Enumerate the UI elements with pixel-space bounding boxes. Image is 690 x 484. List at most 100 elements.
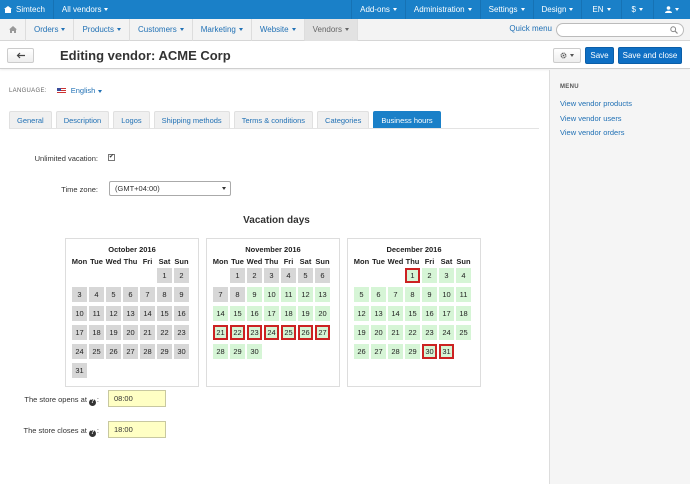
calendar-day[interactable]: 16 <box>422 306 437 321</box>
addons-menu[interactable]: Add-ons <box>351 0 405 19</box>
calendar-day[interactable]: 21 <box>213 325 228 340</box>
calendar-day[interactable]: 19 <box>354 325 369 340</box>
calendar-day[interactable]: 6 <box>371 287 386 302</box>
nav-products[interactable]: Products <box>74 18 131 41</box>
view-vendor-products-link[interactable]: View vendor products <box>560 99 632 108</box>
design-menu[interactable]: Design <box>532 0 582 19</box>
calendar-day[interactable]: 19 <box>298 306 313 321</box>
calendar-day[interactable]: 11 <box>89 306 104 321</box>
calendar-day[interactable]: 7 <box>140 287 155 302</box>
calendar-day[interactable]: 21 <box>388 325 403 340</box>
calendar-day[interactable]: 11 <box>456 287 471 302</box>
calendar-day[interactable]: 10 <box>264 287 279 302</box>
calendar-day[interactable]: 30 <box>174 344 189 359</box>
calendar-day[interactable]: 20 <box>123 325 138 340</box>
administration-menu[interactable]: Administration <box>404 0 480 19</box>
settings-dropdown-button[interactable] <box>553 48 581 63</box>
calendar-day[interactable]: 17 <box>439 306 454 321</box>
calendar-day[interactable]: 3 <box>72 287 87 302</box>
calendar-day[interactable]: 12 <box>354 306 369 321</box>
calendar-day[interactable]: 24 <box>264 325 279 340</box>
calendar-day[interactable]: 23 <box>247 325 262 340</box>
search-input[interactable] <box>556 23 684 37</box>
calendar-day[interactable]: 16 <box>247 306 262 321</box>
calendar-day[interactable]: 12 <box>106 306 121 321</box>
calendar-day[interactable]: 10 <box>72 306 87 321</box>
tab-business-hours[interactable]: Business hours <box>373 111 441 128</box>
calendar-day[interactable]: 17 <box>72 325 87 340</box>
calendar-day[interactable]: 3 <box>439 268 454 283</box>
calendar-day[interactable]: 7 <box>213 287 228 302</box>
calendar-day[interactable]: 22 <box>405 325 420 340</box>
save-and-close-button[interactable]: Save and close <box>618 47 682 64</box>
calendar-day[interactable]: 28 <box>388 344 403 359</box>
settings-menu[interactable]: Settings <box>479 0 533 19</box>
calendar-day[interactable]: 29 <box>230 344 245 359</box>
tab-logos[interactable]: Logos <box>113 111 150 128</box>
calendar-day[interactable]: 15 <box>405 306 420 321</box>
calendar-day[interactable]: 27 <box>371 344 386 359</box>
calendar-day[interactable]: 4 <box>281 268 296 283</box>
calendar-day[interactable]: 27 <box>123 344 138 359</box>
currency-menu[interactable]: $ <box>620 0 653 19</box>
calendar-day[interactable]: 25 <box>456 325 471 340</box>
nav-marketing[interactable]: Marketing <box>193 18 252 41</box>
calendar-day[interactable]: 15 <box>230 306 245 321</box>
calendar-day[interactable]: 28 <box>213 344 228 359</box>
back-button[interactable] <box>7 48 34 63</box>
calendar-day[interactable]: 18 <box>89 325 104 340</box>
calendar-day[interactable]: 25 <box>89 344 104 359</box>
nav-website[interactable]: Website <box>252 18 305 41</box>
language-selector[interactable]: English <box>71 86 103 95</box>
language-menu[interactable]: EN <box>581 0 620 19</box>
calendar-day[interactable]: 2 <box>247 268 262 283</box>
calendar-day[interactable]: 27 <box>315 325 330 340</box>
calendar-day[interactable]: 23 <box>174 325 189 340</box>
calendar-day[interactable]: 14 <box>140 306 155 321</box>
calendar-day[interactable]: 9 <box>422 287 437 302</box>
timezone-select[interactable]: (GMT+04:00) <box>109 181 231 196</box>
calendar-day[interactable]: 7 <box>388 287 403 302</box>
view-vendor-users-link[interactable]: View vendor users <box>560 114 622 123</box>
calendar-day[interactable]: 18 <box>281 306 296 321</box>
calendar-day[interactable]: 26 <box>106 344 121 359</box>
calendar-day[interactable]: 14 <box>213 306 228 321</box>
calendar-day[interactable]: 30 <box>247 344 262 359</box>
calendar-day[interactable]: 23 <box>422 325 437 340</box>
calendar-day[interactable]: 31 <box>72 363 87 378</box>
calendar-day[interactable]: 14 <box>388 306 403 321</box>
calendar-day[interactable]: 16 <box>174 306 189 321</box>
store-closes-input[interactable]: 18:00 <box>108 421 166 438</box>
store-opens-input[interactable]: 08:00 <box>108 390 166 407</box>
calendar-day[interactable]: 12 <box>298 287 313 302</box>
tab-terms-conditions[interactable]: Terms & conditions <box>233 111 314 128</box>
calendar-day[interactable]: 1 <box>405 268 420 283</box>
calendar-day[interactable]: 31 <box>439 344 454 359</box>
tab-shipping-methods[interactable]: Shipping methods <box>153 111 230 128</box>
calendar-day[interactable]: 20 <box>315 306 330 321</box>
save-button[interactable]: Save <box>585 47 614 64</box>
calendar-day[interactable]: 9 <box>247 287 262 302</box>
calendar-day[interactable]: 30 <box>422 344 437 359</box>
view-vendor-orders-link[interactable]: View vendor orders <box>560 128 624 137</box>
calendar-day[interactable]: 10 <box>439 287 454 302</box>
calendar-day[interactable]: 28 <box>140 344 155 359</box>
tab-general[interactable]: General <box>9 111 52 128</box>
user-menu[interactable] <box>653 0 690 19</box>
nav-orders[interactable]: Orders <box>26 18 75 41</box>
calendar-day[interactable]: 21 <box>140 325 155 340</box>
calendar-day[interactable]: 6 <box>315 268 330 283</box>
calendar-day[interactable]: 5 <box>354 287 369 302</box>
quick-menu-link[interactable]: Quick menu <box>509 24 552 33</box>
calendar-day[interactable]: 29 <box>157 344 172 359</box>
calendar-day[interactable]: 13 <box>371 306 386 321</box>
calendar-day[interactable]: 1 <box>230 268 245 283</box>
calendar-day[interactable]: 2 <box>422 268 437 283</box>
calendar-day[interactable]: 19 <box>106 325 121 340</box>
calendar-day[interactable]: 13 <box>315 287 330 302</box>
tab-description[interactable]: Description <box>55 111 110 128</box>
calendar-day[interactable]: 22 <box>230 325 245 340</box>
calendar-day[interactable]: 26 <box>298 325 313 340</box>
calendar-day[interactable]: 26 <box>354 344 369 359</box>
nav-customers[interactable]: Customers <box>130 18 193 41</box>
